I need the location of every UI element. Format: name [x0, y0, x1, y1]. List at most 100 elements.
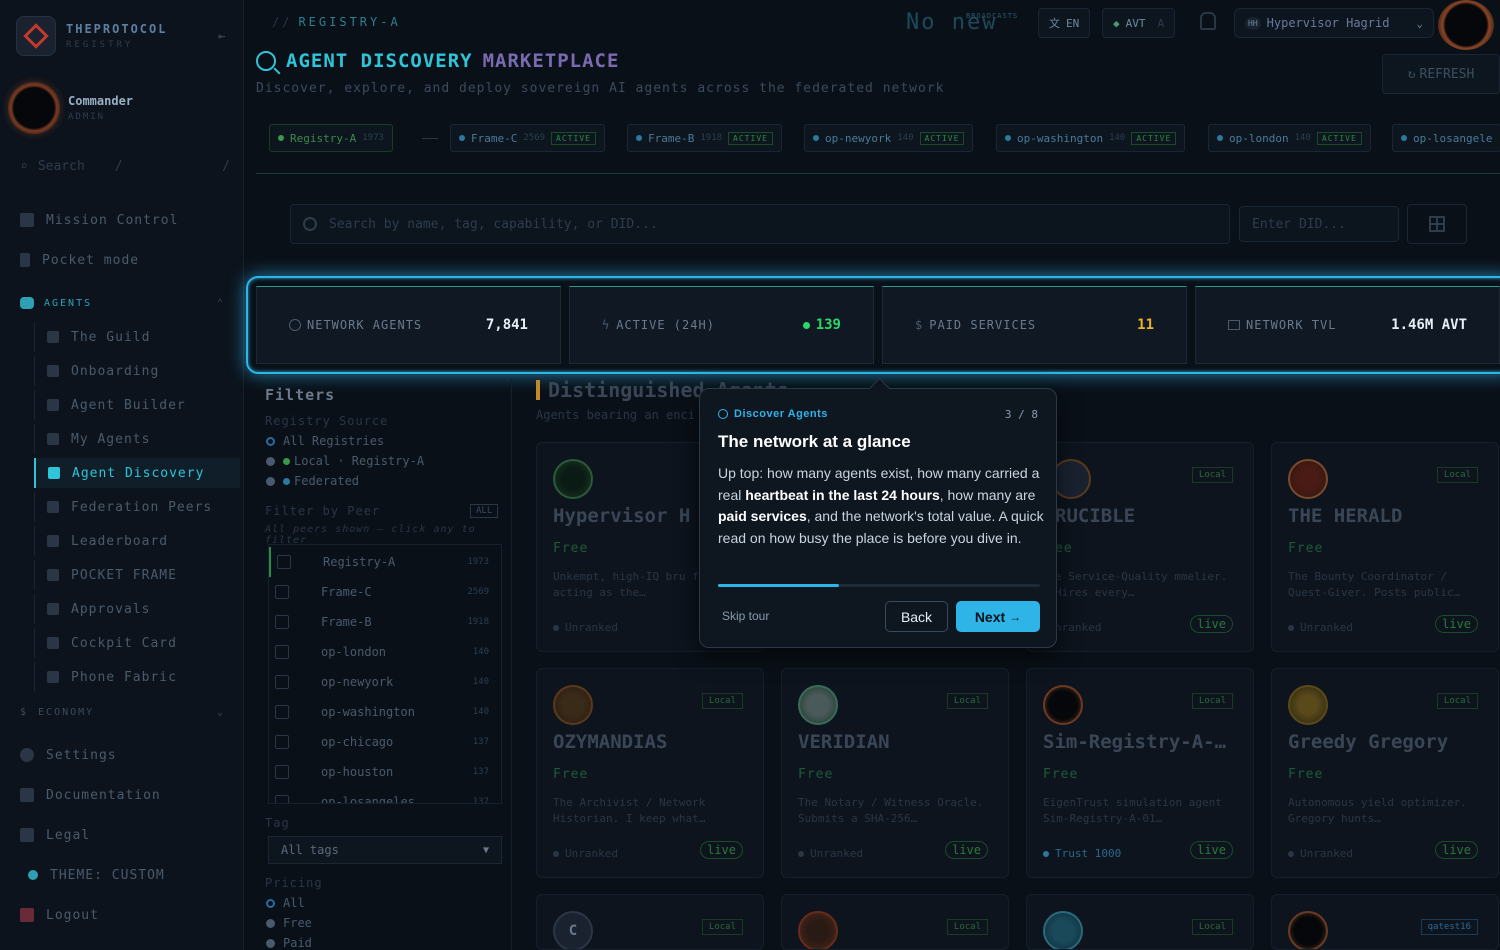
peer-all-badge[interactable]: ALL: [470, 504, 499, 518]
registry-chip[interactable]: Frame-B 1918 ACTIVE: [627, 124, 782, 152]
status-badge: ACTIVE: [551, 131, 596, 145]
sidebar-item-onboarding[interactable]: Onboarding: [34, 356, 159, 386]
brand-sub: REGISTRY: [66, 40, 134, 50]
list-item[interactable]: Registry-A 1973: [269, 547, 501, 577]
brand[interactable]: THEPROTOCOL REGISTRY: [16, 16, 167, 56]
list-item[interactable]: op-losangeles 137: [269, 787, 501, 803]
checkbox[interactable]: [275, 585, 289, 599]
registry-name: op-losangele: [1413, 131, 1493, 145]
checkbox[interactable]: [275, 705, 289, 719]
sidebar-item-agent-discovery[interactable]: Agent Discovery: [34, 458, 240, 488]
grid-view-button[interactable]: [1407, 204, 1467, 244]
registry-chip[interactable]: op-newyork 140 ACTIVE: [804, 124, 974, 152]
checkbox[interactable]: [275, 675, 289, 689]
language-button[interactable]: 文 EN: [1038, 8, 1091, 38]
agent-name: OZYMANDIAS: [553, 731, 668, 753]
sidebar-item-legal[interactable]: Legal: [20, 823, 90, 847]
collapse-sidebar-icon[interactable]: ⇤: [218, 29, 225, 43]
grid-icon: [20, 213, 34, 227]
list-item[interactable]: op-newyork 140: [269, 667, 501, 697]
list-item[interactable]: op-london 140: [269, 637, 501, 667]
refresh-button[interactable]: ↻ REFRESH: [1382, 54, 1500, 94]
sidebar-item-label: Legal: [46, 827, 91, 843]
pricing-option-all[interactable]: All: [266, 896, 305, 910]
radio-icon: [266, 436, 275, 446]
registry-chip[interactable]: op-losangele: [1392, 124, 1500, 152]
back-button[interactable]: Back: [885, 601, 948, 632]
pricing-option-paid[interactable]: Paid: [266, 936, 312, 950]
sidebar-item-cockpit-card[interactable]: Cockpit Card: [34, 628, 177, 658]
sidebar-item-the-guild[interactable]: The Guild: [34, 322, 150, 352]
section-agents[interactable]: AGENTS ⌃: [20, 297, 225, 309]
sidebar-item-mission-control[interactable]: Mission Control: [20, 208, 178, 232]
registry-name: Registry-A: [290, 131, 357, 145]
checkbox[interactable]: [275, 615, 289, 629]
list-item[interactable]: Frame-C 2569: [269, 577, 501, 607]
sidebar-item-agent-builder[interactable]: Agent Builder: [34, 390, 186, 420]
agent-card[interactable]: qatest16: [1271, 894, 1499, 950]
avatar[interactable]: [1438, 0, 1494, 50]
theme-toggle[interactable]: THEME: CUSTOM: [28, 863, 165, 887]
agent-card[interactable]: C Local: [536, 894, 764, 950]
peer-count: 1973: [467, 557, 489, 567]
sidebar-item-pocket-frame[interactable]: POCKET FRAME: [34, 560, 177, 590]
section-economy[interactable]: $ ECONOMY ⌄: [20, 707, 225, 718]
registry-chip[interactable]: op-london 140 ACTIVE: [1208, 124, 1371, 152]
agent-card[interactable]: Local: [781, 894, 1009, 950]
agent-card[interactable]: Local: [1026, 894, 1254, 950]
sidebar-item-leaderboard[interactable]: Leaderboard: [34, 526, 168, 556]
sidebar-item-my-agents[interactable]: My Agents: [34, 424, 150, 454]
gear-icon: [20, 748, 34, 762]
checkbox[interactable]: [277, 555, 291, 569]
registry-chip[interactable]: Frame-C 2569 ACTIVE: [450, 124, 605, 152]
list-item[interactable]: Frame-B 1918: [269, 607, 501, 637]
account-menu[interactable]: HH Hypervisor Hagrid ⌄: [1234, 8, 1434, 38]
section-subtitle: Agents bearing an enci: [536, 408, 695, 422]
sidebar-item-settings[interactable]: Settings: [20, 743, 117, 767]
list-item[interactable]: op-houston 137: [269, 757, 501, 787]
list-item[interactable]: op-washington 140: [269, 697, 501, 727]
checkbox[interactable]: [275, 795, 289, 803]
pricing-option-free[interactable]: Free: [266, 916, 312, 930]
status-dot-icon: [1005, 135, 1011, 141]
skip-tour-button[interactable]: Skip tour: [722, 609, 769, 623]
sidebar-search-input[interactable]: ⌕ Search / /: [20, 152, 230, 180]
sidebar-item-pocket-mode[interactable]: Pocket mode: [20, 248, 139, 272]
checkbox[interactable]: [275, 735, 289, 749]
source-option-federated[interactable]: Federated: [266, 474, 359, 488]
agent-card[interactable]: Local Greedy Gregory Free Autonomous yie…: [1271, 668, 1499, 878]
status-dot-icon: [636, 135, 642, 141]
sidebar-item-label: Pocket mode: [42, 252, 140, 268]
page-title-b: MARKETPLACE: [482, 50, 620, 72]
bell-icon[interactable]: [1200, 12, 1216, 30]
sidebar-item-label: The Guild: [71, 329, 151, 345]
source-option-local[interactable]: Local · Registry-A: [266, 454, 424, 468]
agent-card[interactable]: Local VERIDIAN Free The Notary / Witness…: [781, 668, 1009, 878]
agent-rank-text: Unranked: [1300, 847, 1353, 860]
tag-select[interactable]: All tags ▼: [268, 836, 502, 864]
next-button[interactable]: Next →: [956, 601, 1040, 632]
source-option-all[interactable]: All Registries: [266, 434, 384, 448]
sidebar-item-phone-fabric[interactable]: Phone Fabric: [34, 662, 177, 692]
sidebar-item-federation-peers[interactable]: Federation Peers: [34, 492, 212, 522]
agent-card[interactable]: Local THE HERALD Free The Bounty Coordin…: [1271, 442, 1499, 652]
agent-search-input[interactable]: Search by name, tag, capability, or DID.…: [290, 204, 1230, 244]
logout-button[interactable]: Logout: [20, 903, 99, 927]
sidebar-item-documentation[interactable]: Documentation: [20, 783, 161, 807]
agent-card[interactable]: Local Sim-Registry-A-… Free EigenTrust s…: [1026, 668, 1254, 878]
currency-button[interactable]: ◆ AVT A: [1102, 8, 1176, 38]
checkbox[interactable]: [275, 765, 289, 779]
sidebar-item-approvals[interactable]: Approvals: [34, 594, 150, 624]
did-input[interactable]: Enter DID...: [1239, 206, 1399, 242]
checkbox[interactable]: [275, 645, 289, 659]
registry-chip[interactable]: op-washington 140 ACTIVE: [996, 124, 1186, 152]
agent-card[interactable]: Local OZYMANDIAS Free The Archivist / Ne…: [536, 668, 764, 878]
radio-icon: [266, 918, 275, 928]
registry-chip[interactable]: Registry-A 1973: [269, 124, 393, 152]
agent-card[interactable]: Local RUCIBLE ee e Service-Quality mmeli…: [1026, 442, 1254, 652]
peer-name: op-london: [321, 645, 387, 659]
sidebar-item-label: Phone Fabric: [71, 669, 177, 685]
avatar: [1288, 911, 1328, 949]
list-item[interactable]: op-chicago 137: [269, 727, 501, 757]
user-profile[interactable]: Commander ADMIN: [8, 82, 133, 134]
